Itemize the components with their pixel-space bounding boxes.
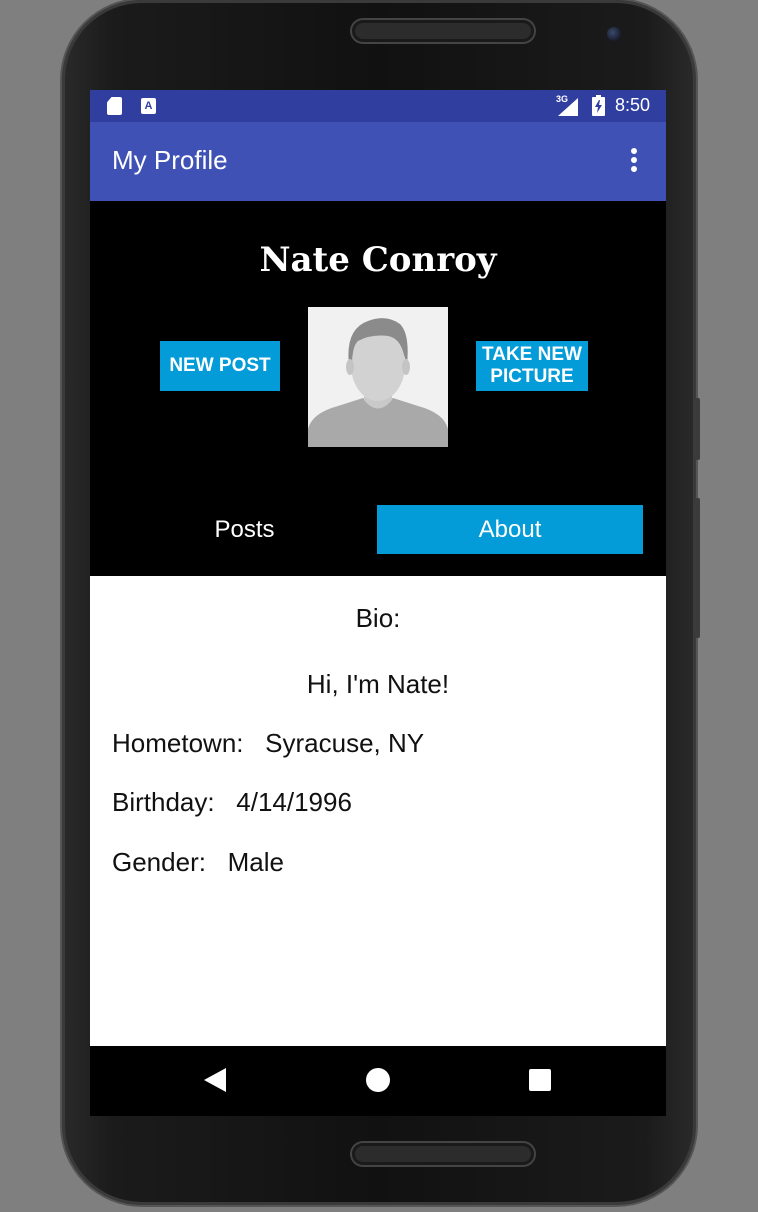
profile-picture[interactable] <box>308 307 448 447</box>
app-title: My Profile <box>112 145 228 175</box>
recents-icon[interactable] <box>529 1069 551 1091</box>
battery-charging-icon <box>592 95 605 116</box>
home-icon[interactable] <box>366 1068 390 1092</box>
front-camera <box>607 27 621 41</box>
bottom-speaker <box>352 1143 534 1165</box>
tab-posts[interactable]: Posts <box>112 505 377 554</box>
power-button <box>694 498 700 638</box>
gender-row: Gender: Male <box>112 847 284 877</box>
person-placeholder-icon <box>308 307 448 447</box>
more-vert-icon[interactable] <box>620 148 648 178</box>
profile-name: Nate Conroy <box>259 240 497 280</box>
about-panel: Bio: Hi, I'm Nate! Hometown: Syracuse, N… <box>90 576 666 1046</box>
sd-card-icon <box>107 97 122 115</box>
app-bar: My Profile <box>90 122 666 201</box>
back-icon[interactable] <box>204 1068 226 1092</box>
bio-label: Bio: <box>355 603 401 633</box>
hometown-row: Hometown: Syracuse, NY <box>112 728 425 758</box>
navigation-bar <box>90 1046 666 1116</box>
status-clock: 8:50 <box>615 95 651 115</box>
birthday-row: Birthday: 4/14/1996 <box>112 787 352 817</box>
top-speaker <box>352 20 534 42</box>
bio-text: Hi, I'm Nate! <box>306 669 450 699</box>
a-notification-icon: A <box>141 98 156 114</box>
new-post-button[interactable]: NEW POST <box>160 341 280 391</box>
take-new-picture-button[interactable]: TAKE NEW PICTURE <box>476 341 588 391</box>
signal-icon <box>558 98 578 116</box>
status-bar: A 3G 8:50 <box>90 90 666 122</box>
phone-screen: A 3G 8:50 My Profile Nate Conroy NEW POS… <box>90 90 666 1116</box>
tab-about[interactable]: About <box>377 505 643 554</box>
volume-button <box>694 398 700 460</box>
